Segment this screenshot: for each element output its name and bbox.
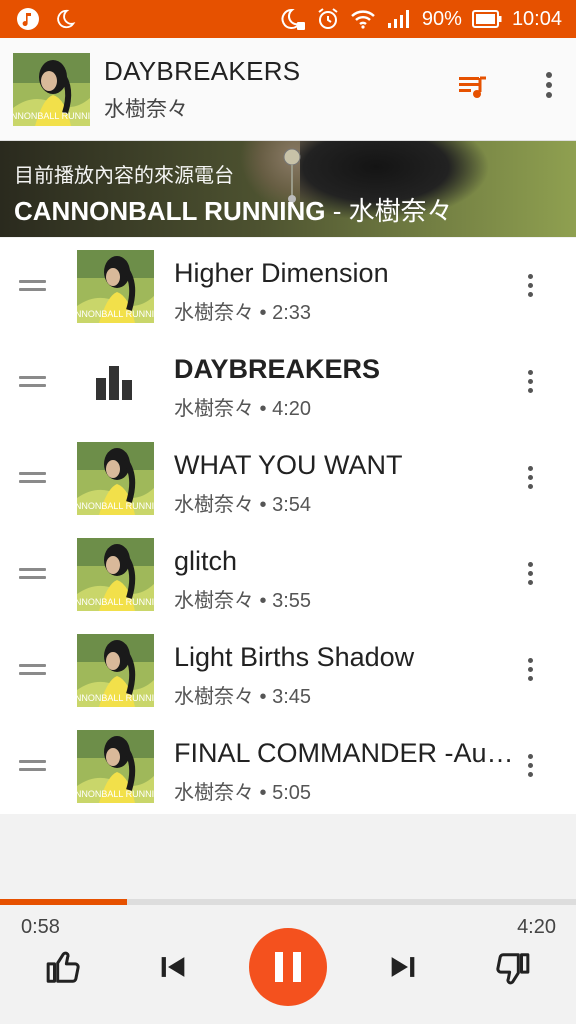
now-playing-equalizer-icon (96, 366, 134, 405)
thumbs-down-icon (496, 953, 530, 985)
wifi-icon (350, 8, 376, 30)
moon-icon (54, 8, 76, 30)
pause-icon (270, 952, 306, 982)
thumbs-up-button[interactable] (45, 948, 83, 991)
track-meta: 水樹奈々 • 3:54 (174, 494, 312, 516)
track-title: Higher Dimension (174, 258, 389, 288)
track-more-options-icon[interactable] (528, 274, 533, 301)
thumbs-down-button[interactable] (493, 950, 531, 993)
alarm-icon (316, 7, 340, 31)
radio-source-title: CANNONBALL RUNNING - 水樹奈々 (14, 191, 453, 228)
track-row[interactable]: CANNONBALL RUNNING FINAL COMMANDER -Au… … (0, 718, 576, 814)
track-row[interactable]: CANNONBALL RUNNING Light Births Shadow 水… (0, 622, 576, 718)
track-more-options-icon[interactable] (528, 370, 533, 397)
drag-handle-icon[interactable] (19, 376, 46, 392)
album-art[interactable]: CANNONBALL RUNNING (0, 52, 104, 126)
drag-handle-icon[interactable] (19, 664, 46, 680)
more-options-icon[interactable] (546, 72, 552, 102)
drag-handle-icon[interactable] (19, 760, 46, 776)
skip-next-icon (391, 957, 415, 977)
do-not-disturb-moon-icon (280, 7, 306, 31)
radio-source-album: CANNONBALL RUNNING (14, 196, 326, 226)
progress-bar[interactable] (0, 899, 576, 905)
next-button[interactable] (386, 950, 420, 989)
track-row[interactable]: CANNONBALL RUNNING Higher Dimension 水樹奈々… (0, 238, 576, 334)
drag-handle-icon[interactable] (19, 472, 46, 488)
drag-handle-icon[interactable] (19, 280, 46, 296)
thumbs-up-icon (46, 951, 80, 983)
battery-icon (471, 9, 502, 29)
battery-percent: 90% (421, 7, 462, 30)
track-row[interactable]: DAYBREAKERS 水樹奈々 • 4:20 (0, 334, 576, 430)
track-title: FINAL COMMANDER -Au… (174, 738, 514, 768)
status-bar: 90% 10:04 (0, 0, 576, 38)
track-art-caption: CANNONBALL RUNNING (77, 309, 154, 319)
total-duration: 4:20 (517, 916, 556, 938)
now-playing-header[interactable]: CANNONBALL RUNNING DAYBREAKERS 水樹奈々 (0, 38, 576, 141)
radio-source-label: 目前播放內容的來源電台 (14, 165, 234, 187)
track-album-art: CANNONBALL RUNNING (77, 250, 154, 323)
radio-source-artist: 水樹奈々 (348, 196, 453, 226)
pause-button[interactable] (249, 928, 327, 1006)
track-art-caption: CANNONBALL RUNNING (77, 501, 154, 511)
track-album-art: CANNONBALL RUNNING (77, 730, 154, 803)
track-more-options-icon[interactable] (528, 562, 533, 589)
track-title: glitch (174, 546, 238, 576)
track-art-caption: CANNONBALL RUNNING (77, 693, 154, 703)
radio-source-separator: - (325, 196, 349, 226)
track-album-art: CANNONBALL RUNNING (77, 634, 154, 707)
track-art-caption: CANNONBALL RUNNING (77, 789, 154, 799)
track-row[interactable]: CANNONBALL RUNNING glitch 水樹奈々 • 3:55 (0, 526, 576, 622)
track-album-art: CANNONBALL RUNNING (77, 442, 154, 515)
now-playing-title: DAYBREAKERS (104, 55, 301, 86)
track-art-caption: CANNONBALL RUNNING (77, 597, 154, 607)
track-row[interactable]: CANNONBALL RUNNING WHAT YOU WANT 水樹奈々 • … (0, 430, 576, 526)
elapsed-time: 0:58 (21, 916, 60, 938)
progress-fill (0, 899, 127, 905)
track-meta: 水樹奈々 • 3:55 (174, 590, 312, 612)
now-playing-artist: 水樹奈々 (104, 97, 188, 121)
radio-source-banner[interactable]: 目前播放內容的來源電台 CANNONBALL RUNNING - 水樹奈々 (0, 141, 576, 237)
queue-icon[interactable] (458, 72, 488, 107)
skip-previous-icon (161, 957, 185, 977)
signal-icon (386, 8, 412, 30)
track-more-options-icon[interactable] (528, 754, 533, 781)
music-notification-icon (16, 7, 40, 31)
track-meta: 水樹奈々 • 2:33 (174, 302, 312, 324)
track-meta: 水樹奈々 • 5:05 (174, 782, 312, 804)
track-album-art: CANNONBALL RUNNING (77, 538, 154, 611)
album-art-caption: CANNONBALL RUNNING (13, 111, 90, 121)
drag-handle-icon[interactable] (19, 568, 46, 584)
track-meta: 水樹奈々 • 4:20 (174, 398, 312, 420)
track-meta: 水樹奈々 • 3:45 (174, 686, 312, 708)
track-more-options-icon[interactable] (528, 658, 533, 685)
previous-button[interactable] (156, 950, 190, 989)
clock: 10:04 (511, 7, 562, 30)
track-title: WHAT YOU WANT (174, 450, 403, 480)
track-title: Light Births Shadow (174, 642, 415, 672)
track-title: DAYBREAKERS (174, 354, 381, 384)
queue-list: CANNONBALL RUNNING Higher Dimension 水樹奈々… (0, 238, 576, 814)
track-more-options-icon[interactable] (528, 466, 533, 493)
